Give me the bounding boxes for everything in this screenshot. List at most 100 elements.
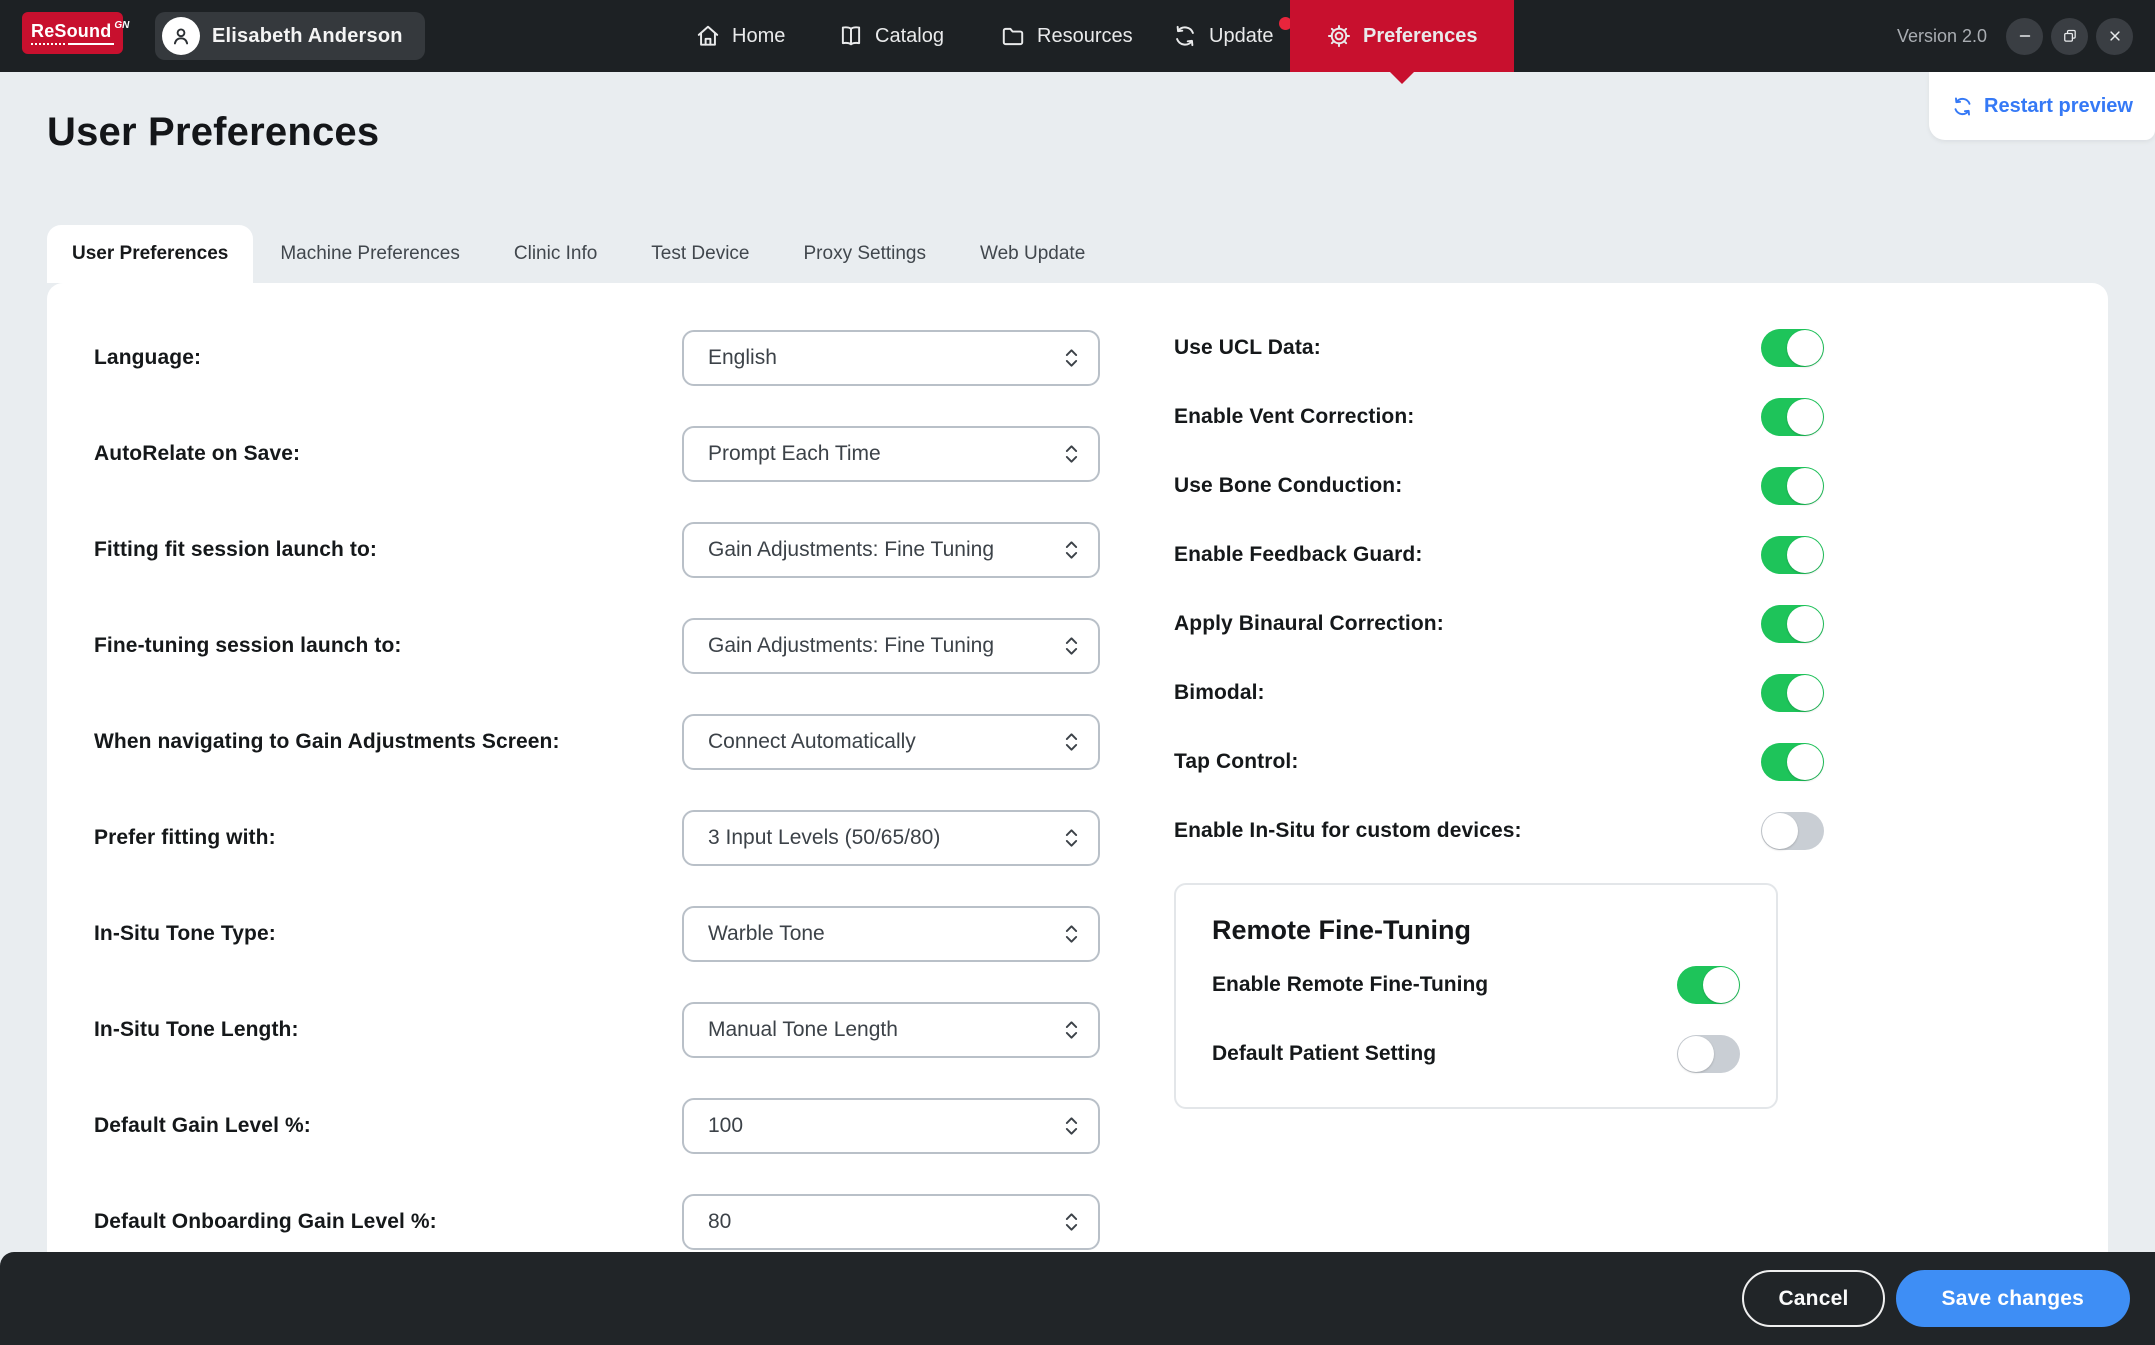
field-label: Default Onboarding Gain Level %: xyxy=(94,1210,437,1234)
toggle-row-binaural-correction: Apply Binaural Correction: xyxy=(1174,605,1824,643)
remote-fine-tuning-title: Remote Fine-Tuning xyxy=(1212,915,1740,946)
resound-logo: ReSound GN xyxy=(22,12,123,54)
nav-item-update[interactable]: Update xyxy=(1172,0,1274,72)
action-bar: Cancel Save changes xyxy=(0,1252,2155,1345)
insitu-tone-type-select[interactable]: Warble Tone xyxy=(682,906,1100,962)
update-refresh-icon xyxy=(1172,23,1198,49)
field-row-prefer-fitting: Prefer fitting with: 3 Input Levels (50/… xyxy=(94,810,1100,866)
toggle-row-default-patient-setting: Default Patient Setting xyxy=(1212,1035,1740,1073)
toggle-row-feedback-guard: Enable Feedback Guard: xyxy=(1174,536,1824,574)
tab-clinic-info[interactable]: Clinic Info xyxy=(487,225,624,283)
restore-button[interactable] xyxy=(2051,18,2088,55)
tab-proxy-settings[interactable]: Proxy Settings xyxy=(777,225,954,283)
nav-item-label: Update xyxy=(1209,25,1274,48)
remote-fine-tuning-toggle[interactable] xyxy=(1677,966,1740,1004)
autorelate-select[interactable]: Prompt Each Time xyxy=(682,426,1100,482)
logo-brand-text: ReSound xyxy=(31,22,111,40)
field-row-finetuning-launch: Fine-tuning session launch to: Gain Adju… xyxy=(94,618,1100,674)
chevron-up-down-icon xyxy=(1063,633,1080,659)
logo-underline xyxy=(31,43,114,45)
tab-machine-preferences[interactable]: Machine Preferences xyxy=(253,225,487,283)
preferences-tab-bar: User Preferences Machine Preferences Cli… xyxy=(47,225,1112,283)
restart-preview-label: Restart preview xyxy=(1984,95,2133,118)
toggle-row-tap-control: Tap Control: xyxy=(1174,743,1824,781)
prefer-fitting-select[interactable]: 3 Input Levels (50/65/80) xyxy=(682,810,1100,866)
chevron-up-down-icon xyxy=(1063,1113,1080,1139)
field-label: Prefer fitting with: xyxy=(94,826,276,850)
field-label: When navigating to Gain Adjustments Scre… xyxy=(94,730,560,754)
user-avatar-icon xyxy=(162,17,200,55)
restart-preview-button[interactable]: Restart preview xyxy=(1929,72,2155,140)
toggle-row-bone-conduction: Use Bone Conduction: xyxy=(1174,467,1824,505)
remote-fine-tuning-card: Remote Fine-Tuning Enable Remote Fine-Tu… xyxy=(1174,883,1778,1109)
preferences-gear-icon xyxy=(1326,23,1352,49)
field-label: Fine-tuning session launch to: xyxy=(94,634,402,658)
chevron-up-down-icon xyxy=(1063,921,1080,947)
window-controls xyxy=(2006,0,2133,72)
chevron-up-down-icon xyxy=(1063,1209,1080,1235)
chevron-up-down-icon xyxy=(1063,345,1080,371)
field-row-insitu-tone-type: In-Situ Tone Type: Warble Tone xyxy=(94,906,1100,962)
default-gain-stepper[interactable]: 100 xyxy=(682,1098,1100,1154)
field-row-insitu-tone-length: In-Situ Tone Length: Manual Tone Length xyxy=(94,1002,1100,1058)
gain-navigation-select[interactable]: Connect Automatically xyxy=(682,714,1100,770)
field-label: In-Situ Tone Length: xyxy=(94,1018,299,1042)
field-row-default-gain: Default Gain Level %: 100 xyxy=(94,1098,1100,1154)
field-label: In-Situ Tone Type: xyxy=(94,922,276,946)
binaural-correction-toggle[interactable] xyxy=(1761,605,1824,643)
home-icon xyxy=(695,23,721,49)
version-label: Version 2.0 xyxy=(1897,0,1987,72)
nav-item-label: Preferences xyxy=(1363,25,1478,48)
insitu-tone-length-select[interactable]: Manual Tone Length xyxy=(682,1002,1100,1058)
nav-item-resources[interactable]: Resources xyxy=(1000,0,1133,72)
feedback-guard-toggle[interactable] xyxy=(1761,536,1824,574)
field-label: Default Gain Level %: xyxy=(94,1114,311,1138)
cancel-button[interactable]: Cancel xyxy=(1742,1270,1884,1327)
vent-correction-toggle[interactable] xyxy=(1761,398,1824,436)
resources-folder-icon xyxy=(1000,23,1026,49)
default-patient-setting-toggle[interactable] xyxy=(1677,1035,1740,1073)
nav-item-home[interactable]: Home xyxy=(695,0,785,72)
tab-web-update[interactable]: Web Update xyxy=(953,225,1112,283)
restore-icon xyxy=(2061,27,2079,45)
top-bar: ReSound GN Elisabeth Anderson Home xyxy=(0,0,2155,72)
tap-control-toggle[interactable] xyxy=(1761,743,1824,781)
chevron-up-down-icon xyxy=(1063,441,1080,467)
field-label: AutoRelate on Save: xyxy=(94,442,300,466)
nav-item-label: Home xyxy=(732,25,785,48)
onboarding-gain-stepper[interactable]: 80 xyxy=(682,1194,1100,1250)
dropdown-settings-column: Language: English AutoRelate on Save: Pr… xyxy=(94,330,1100,1290)
save-changes-button[interactable]: Save changes xyxy=(1896,1270,2130,1327)
ucl-data-toggle[interactable] xyxy=(1761,329,1824,367)
user-account-chip[interactable]: Elisabeth Anderson xyxy=(155,12,425,60)
insitu-custom-devices-toggle[interactable] xyxy=(1761,812,1824,850)
logo-gn-text: GN xyxy=(114,21,129,31)
language-select[interactable]: English xyxy=(682,330,1100,386)
field-row-language: Language: English xyxy=(94,330,1100,386)
chevron-up-down-icon xyxy=(1063,1017,1080,1043)
bone-conduction-toggle[interactable] xyxy=(1761,467,1824,505)
nav-item-label: Resources xyxy=(1037,25,1133,48)
minimize-button[interactable] xyxy=(2006,18,2043,55)
application-window: ReSound GN Elisabeth Anderson Home xyxy=(0,0,2155,1345)
page-title: User Preferences xyxy=(47,110,379,155)
user-name-label: Elisabeth Anderson xyxy=(212,25,403,48)
restart-refresh-icon xyxy=(1951,95,1974,118)
field-label: Fitting fit session launch to: xyxy=(94,538,377,562)
toggle-row-bimodal: Bimodal: xyxy=(1174,674,1824,712)
tab-user-preferences[interactable]: User Preferences xyxy=(47,225,253,283)
fitting-launch-select[interactable]: Gain Adjustments: Fine Tuning xyxy=(682,522,1100,578)
tab-test-device[interactable]: Test Device xyxy=(624,225,776,283)
toggle-row-ucl-data: Use UCL Data: xyxy=(1174,329,1824,367)
toggle-row-insitu-custom: Enable In-Situ for custom devices: xyxy=(1174,812,1824,850)
chevron-up-down-icon xyxy=(1063,729,1080,755)
close-button[interactable] xyxy=(2096,18,2133,55)
bimodal-toggle[interactable] xyxy=(1761,674,1824,712)
field-row-fitting-launch: Fitting fit session launch to: Gain Adju… xyxy=(94,522,1100,578)
minimize-icon xyxy=(2016,27,2034,45)
finetuning-launch-select[interactable]: Gain Adjustments: Fine Tuning xyxy=(682,618,1100,674)
nav-item-preferences[interactable]: Preferences xyxy=(1290,0,1514,72)
settings-panel: Language: English AutoRelate on Save: Pr… xyxy=(47,283,2108,1345)
nav-item-catalog[interactable]: Catalog xyxy=(838,0,944,72)
toggle-row-vent-correction: Enable Vent Correction: xyxy=(1174,398,1824,436)
